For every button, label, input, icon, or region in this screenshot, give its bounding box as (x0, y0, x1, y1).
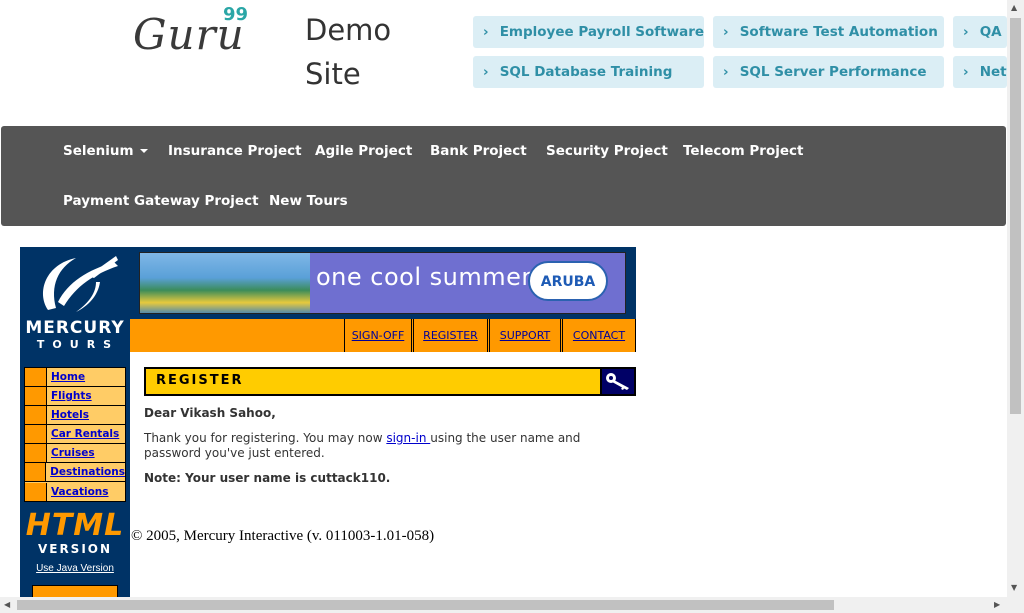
support-link[interactable]: SUPPORT (489, 319, 561, 352)
horizontal-scroll-thumb[interactable] (17, 600, 834, 610)
nav-bank-project[interactable]: Bank Project (430, 143, 527, 159)
scroll-right-icon[interactable]: ▶ (994, 600, 1000, 609)
nav-telecom-project[interactable]: Telecom Project (683, 143, 803, 159)
use-java-version-link[interactable]: Use Java Version (20, 563, 130, 574)
side-menu-flights[interactable]: Flights (25, 387, 125, 406)
side-menu-destinations[interactable]: Destinations (25, 463, 125, 482)
mercury-logo-icon (43, 256, 118, 312)
top-link-software-test-automation[interactable]: › Software Test Automation (713, 16, 944, 48)
chevron-right-icon: › (723, 24, 729, 40)
chevron-right-icon: › (723, 64, 729, 80)
vertical-scroll-thumb[interactable] (1010, 18, 1021, 414)
scroll-up-icon[interactable]: ▲ (1011, 3, 1017, 12)
top-link-employee-payroll[interactable]: › Employee Payroll Software (473, 16, 704, 48)
side-menu-car-rentals[interactable]: Car Rentals (25, 425, 125, 444)
register-header: REGISTER (144, 367, 636, 396)
main-navbar (1, 126, 1006, 226)
side-menu-cruises[interactable]: Cruises (25, 444, 125, 463)
register-link[interactable]: REGISTER (413, 319, 488, 352)
key-icon (600, 369, 634, 394)
registration-message: Thank you for registering. You may now s… (144, 431, 581, 460)
side-menu-home[interactable]: Home (25, 368, 125, 387)
nav-insurance-project[interactable]: Insurance Project (168, 143, 302, 159)
nav-agile-project[interactable]: Agile Project (315, 143, 412, 159)
chevron-right-icon: › (963, 24, 969, 40)
chevron-right-icon: › (483, 64, 489, 80)
copyright: © 2005, Mercury Interactive (v. 011003-1… (131, 528, 435, 544)
scroll-left-icon[interactable]: ◀ (4, 600, 10, 609)
chevron-right-icon: › (483, 24, 489, 40)
site-title: Demo Site (305, 13, 392, 91)
side-menu-vacations[interactable]: Vacations (25, 482, 125, 501)
html-version-badge: HTML VERSION (25, 508, 125, 557)
mercury-brand: MERCURY TOURS (25, 318, 125, 351)
banner-text: one cool summer (316, 263, 532, 291)
nav-payment-gateway-project[interactable]: Payment Gateway Project (63, 193, 259, 209)
top-link-sql-database-training[interactable]: › SQL Database Training (473, 56, 704, 88)
mercury-side-menu: Home Flights Hotels Car Rentals Cruises … (24, 367, 126, 502)
top-link-qa[interactable]: › QA S (953, 16, 1007, 48)
sign-in-link[interactable]: sign-in (386, 431, 430, 445)
nav-new-tours[interactable]: New Tours (269, 193, 348, 209)
top-link-sql-server-performance[interactable]: › SQL Server Performance (713, 56, 944, 88)
aruba-logo: ARUBA (528, 261, 608, 301)
top-link-network[interactable]: › Netv (953, 56, 1007, 88)
greeting: Dear Vikash Sahoo, (144, 406, 276, 420)
register-title: REGISTER (156, 373, 244, 388)
chevron-right-icon: › (963, 64, 969, 80)
username-note: Note: Your user name is cuttack110. (144, 471, 391, 485)
contact-link[interactable]: CONTACT (562, 319, 636, 352)
aruba-banner[interactable]: one cool summer ARUBA (139, 252, 626, 314)
sign-off-link[interactable]: SIGN-OFF (344, 319, 412, 352)
side-menu-hotels[interactable]: Hotels (25, 406, 125, 425)
nav-security-project[interactable]: Security Project (546, 143, 668, 159)
scroll-down-icon[interactable]: ▼ (1011, 583, 1017, 592)
logo-number: 99 (223, 4, 249, 25)
banner-photo (140, 253, 310, 313)
caret-down-icon (139, 149, 148, 153)
nav-selenium-dropdown[interactable]: Selenium (63, 143, 148, 159)
